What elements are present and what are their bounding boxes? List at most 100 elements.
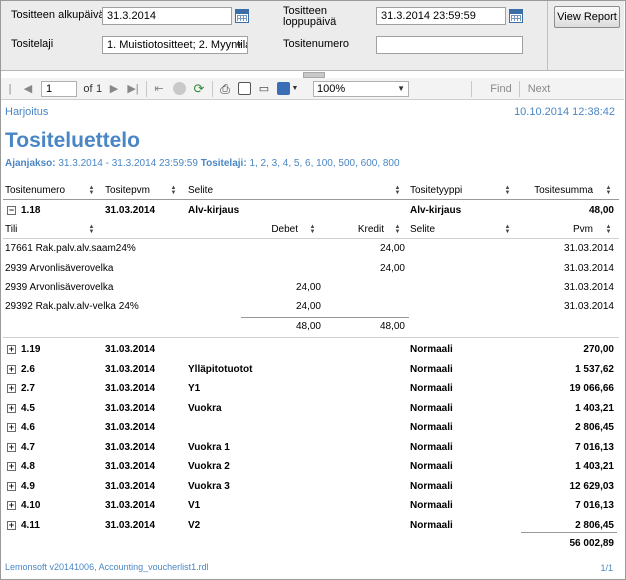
row-type: Normaali xyxy=(410,344,453,355)
expand-icon[interactable]: + xyxy=(7,482,16,491)
collapse-icon[interactable]: − xyxy=(7,206,16,215)
total-pages: 1 xyxy=(95,83,103,95)
zoom-value: 100% xyxy=(317,83,346,95)
next-link[interactable]: Next xyxy=(527,81,551,97)
row-desc: V1 xyxy=(188,500,201,511)
row-date: 31.03.2014 xyxy=(105,383,156,394)
next-page-icon[interactable]: ▶ xyxy=(109,81,119,97)
expand-icon[interactable]: + xyxy=(7,384,16,393)
stop-icon[interactable] xyxy=(173,82,186,95)
row-sum: 7 016,13 xyxy=(575,500,614,511)
sort-icon[interactable]: ▲ ▼ xyxy=(394,185,401,196)
divider xyxy=(241,317,409,318)
last-page-icon[interactable]: ▶| xyxy=(127,81,139,97)
row-date: 31.03.2014 xyxy=(105,500,156,511)
expand-icon[interactable]: + xyxy=(7,345,16,354)
row-type: Normaali xyxy=(410,500,453,511)
find-link[interactable]: Find xyxy=(490,81,512,97)
page-setup-icon[interactable]: ▭ xyxy=(256,81,272,97)
first-page-icon[interactable]: |◀ xyxy=(5,81,15,111)
view-report-button[interactable]: View Report xyxy=(554,6,620,28)
row-date: 31.03.2014 xyxy=(105,364,156,375)
divider xyxy=(146,81,147,97)
voucher-number-label: Tositenumero xyxy=(283,38,350,50)
calendar-icon[interactable] xyxy=(235,9,249,23)
row-type: Normaali xyxy=(410,403,453,414)
expand-icon[interactable]: + xyxy=(7,404,16,413)
sub-header-account: Tili xyxy=(5,224,18,235)
sort-icon[interactable]: ▲ ▼ xyxy=(605,224,612,235)
divider xyxy=(3,199,619,200)
prev-page-icon[interactable]: ◀ xyxy=(23,81,33,97)
report-timestamp: 10.10.2014 12:38:42 xyxy=(514,106,615,118)
row-sum: 7 016,13 xyxy=(575,442,614,453)
line-debit: 24,00 xyxy=(295,301,321,312)
row-number: 4.10 xyxy=(21,500,41,511)
expand-icon[interactable]: + xyxy=(7,443,16,452)
types-value: 1, 2, 3, 4, 5, 6, 100, 500, 600, 800 xyxy=(249,158,400,169)
end-date-label-line2: loppupäivä xyxy=(283,16,337,28)
end-date-input[interactable]: 31.3.2014 23:59:59 xyxy=(376,7,506,25)
zoom-select[interactable]: 100% ▼ xyxy=(313,81,409,97)
print-layout-icon[interactable] xyxy=(238,82,251,95)
col-header-type: Tositetyyppi xyxy=(410,185,463,196)
divider xyxy=(519,81,520,97)
voucher-type-select[interactable]: 1. Muistiotositteet; 2. Myyntilask ▼ xyxy=(102,36,248,54)
sort-icon[interactable]: ▲ ▼ xyxy=(394,224,401,235)
chevron-down-icon: ▼ xyxy=(397,84,405,93)
expand-icon[interactable]: + xyxy=(7,423,16,432)
row-type: Normaali xyxy=(410,422,453,433)
divider xyxy=(521,532,617,533)
row-sum: 270,00 xyxy=(583,344,614,355)
sort-icon[interactable]: ▲ ▼ xyxy=(170,185,177,196)
line-date: 31.03.2014 xyxy=(563,243,614,254)
row-number: 4.7 xyxy=(21,442,35,453)
row-date: 31.03.2014 xyxy=(105,344,156,355)
row-desc: Vuokra 2 xyxy=(188,461,230,472)
row-sum: 2 806,45 xyxy=(575,422,614,433)
row-desc: Vuokra 1 xyxy=(188,442,230,453)
print-icon[interactable]: ⎙ xyxy=(217,81,233,97)
sort-icon[interactable]: ▲ ▼ xyxy=(605,185,612,196)
row-desc: Ylläpitotuotot xyxy=(188,364,253,375)
row-sum: 1 537,62 xyxy=(575,364,614,375)
row-number: 4.6 xyxy=(21,422,35,433)
chevron-down-icon[interactable]: ▼ xyxy=(291,81,299,97)
row-number: 4.5 xyxy=(21,403,35,414)
expand-icon[interactable]: + xyxy=(7,365,16,374)
calendar-icon[interactable] xyxy=(509,9,523,23)
company-name: Harjoitus xyxy=(5,106,49,118)
line-account: 17661 Rak.palv.alv.saam24% xyxy=(5,243,136,254)
voucher-type-value: 1. Muistiotositteet; 2. Myyntilask xyxy=(107,39,248,51)
line-account: 2939 Arvonlisäverovelka xyxy=(5,282,114,293)
refresh-icon[interactable]: ⟳ xyxy=(192,81,206,97)
expand-icon[interactable]: + xyxy=(7,501,16,510)
expand-icon[interactable]: + xyxy=(7,521,16,530)
row-sum: 48,00 xyxy=(588,205,614,216)
row-number: 4.8 xyxy=(21,461,35,472)
row-type: Alv-kirjaus xyxy=(410,205,462,216)
sort-icon[interactable]: ▲ ▼ xyxy=(309,224,316,235)
sub-header-desc: Selite xyxy=(410,224,436,235)
row-sum: 2 806,45 xyxy=(575,520,614,531)
sort-icon[interactable]: ▲ ▼ xyxy=(504,185,511,196)
line-credit: 24,00 xyxy=(379,263,405,274)
start-date-input[interactable]: 31.3.2014 xyxy=(102,7,232,25)
line-date: 31.03.2014 xyxy=(563,263,614,274)
row-desc: Vuokra xyxy=(188,403,222,414)
page-number-input[interactable]: 1 xyxy=(41,81,77,97)
divider xyxy=(3,337,619,338)
sort-icon[interactable]: ▲ ▼ xyxy=(88,224,95,235)
export-icon[interactable] xyxy=(277,82,290,95)
back-icon[interactable]: ⇤ xyxy=(153,81,165,97)
row-desc: Vuokra 3 xyxy=(188,481,230,492)
grand-total: 56 002,89 xyxy=(569,538,615,549)
row-number: 4.9 xyxy=(21,481,35,492)
sort-icon[interactable]: ▲ ▼ xyxy=(88,185,95,196)
expand-icon[interactable]: + xyxy=(7,462,16,471)
row-number: 2.7 xyxy=(21,383,35,394)
voucher-number-input[interactable] xyxy=(376,36,523,54)
sort-icon[interactable]: ▲ ▼ xyxy=(504,224,511,235)
line-account: 2939 Arvonlisäverovelka xyxy=(5,263,114,274)
row-type: Normaali xyxy=(410,461,453,472)
